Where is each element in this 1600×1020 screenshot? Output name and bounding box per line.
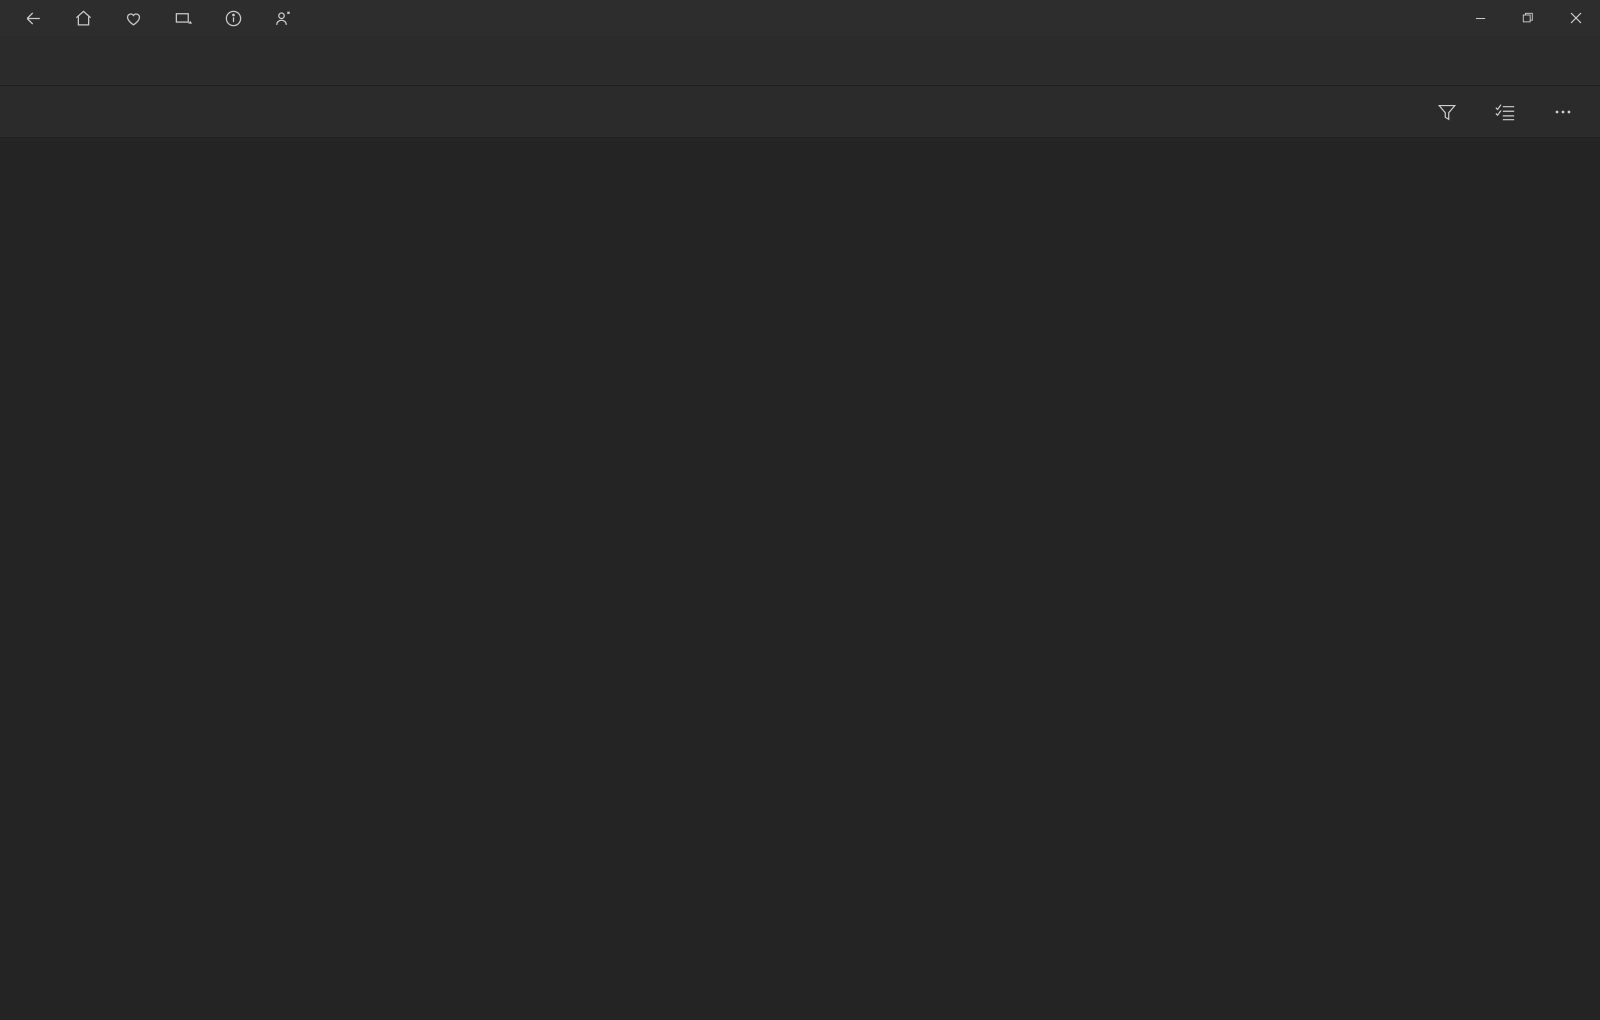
account-icon[interactable] — [258, 0, 308, 36]
select-list-icon[interactable] — [1476, 90, 1534, 134]
back-icon[interactable] — [8, 0, 58, 36]
info-icon[interactable] — [208, 0, 258, 36]
heart-icon[interactable] — [108, 0, 158, 36]
video-grid — [0, 138, 1600, 148]
window-controls — [1456, 0, 1600, 36]
tab-bar — [0, 36, 1600, 86]
nav-icon-row — [0, 0, 308, 36]
maximize-button[interactable] — [1504, 0, 1552, 36]
filter-icon[interactable] — [1418, 90, 1476, 134]
home-icon[interactable] — [58, 0, 108, 36]
cast-icon[interactable] — [158, 0, 208, 36]
command-bar — [0, 86, 1600, 138]
more-icon[interactable] — [1534, 90, 1592, 134]
title-bar — [0, 0, 1600, 36]
minimize-button[interactable] — [1456, 0, 1504, 36]
close-button[interactable] — [1552, 0, 1600, 36]
